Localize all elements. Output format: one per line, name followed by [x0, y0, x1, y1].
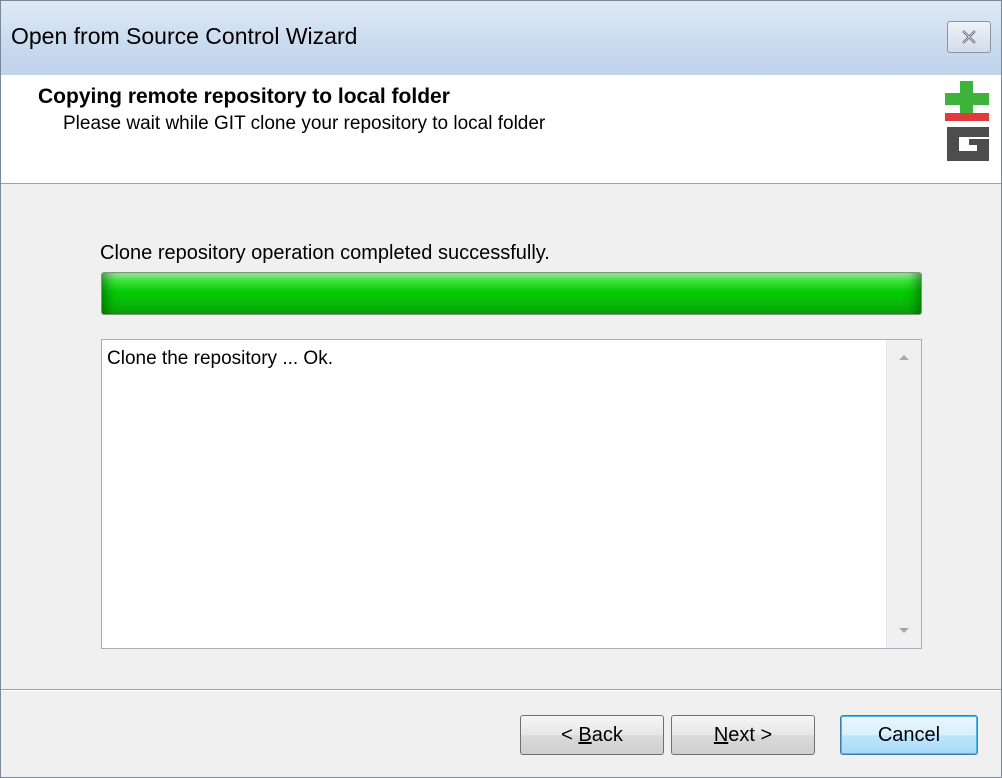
scroll-down-arrow-icon[interactable] — [887, 614, 921, 648]
back-button-label: ack — [591, 723, 623, 746]
next-button-accelerator: N — [713, 723, 729, 746]
progress-bar — [101, 272, 922, 315]
status-label: Clone repository operation completed suc… — [100, 242, 550, 264]
scroll-up-arrow-icon[interactable] — [887, 340, 921, 374]
log-text: Clone the repository ... Ok. — [107, 348, 333, 369]
wizard-footer: < Back Next > Cancel — [1, 689, 1001, 777]
wizard-header: Copying remote repository to local folde… — [1, 75, 1001, 184]
wizard-body: Clone repository operation completed suc… — [1, 184, 1001, 689]
header-subtitle: Please wait while GIT clone your reposit… — [63, 113, 546, 134]
cancel-button-label: Cancel — [877, 723, 941, 746]
header-title: Copying remote repository to local folde… — [38, 85, 450, 108]
progress-fill — [102, 273, 921, 314]
wizard-window: Open from Source Control Wizard Copying … — [0, 0, 1002, 778]
back-button-accelerator: B — [578, 723, 592, 746]
window-title: Open from Source Control Wizard — [11, 23, 358, 49]
log-scrollbar[interactable] — [886, 340, 921, 648]
close-button[interactable] — [947, 21, 991, 53]
back-button[interactable]: < Back — [520, 715, 664, 755]
title-bar[interactable]: Open from Source Control Wizard — [1, 1, 1001, 75]
git-logo-icon — [943, 79, 991, 165]
cancel-button[interactable]: Cancel — [840, 715, 978, 755]
back-button-prefix: < — [561, 723, 579, 746]
log-textbox[interactable]: Clone the repository ... Ok. — [101, 339, 922, 649]
close-icon — [961, 30, 977, 44]
next-button-label: ext > — [728, 723, 773, 746]
next-button[interactable]: Next > — [671, 715, 815, 755]
